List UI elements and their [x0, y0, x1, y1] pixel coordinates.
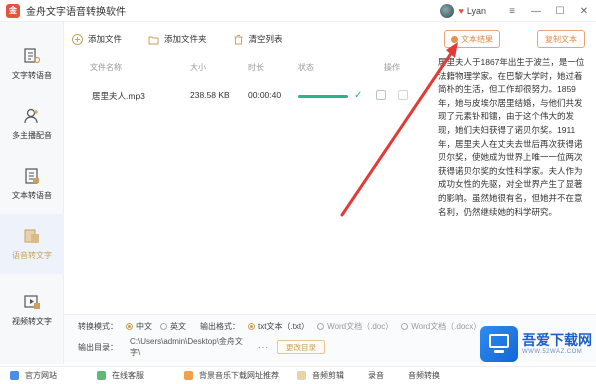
radio-chinese[interactable] — [126, 322, 133, 330]
radio-txt[interactable] — [248, 322, 255, 330]
sidebar-item-multi-anchor[interactable]: 多主播配音 — [0, 94, 64, 154]
chat-icon — [97, 371, 106, 380]
header-status: 状态 — [298, 63, 314, 72]
file-name: 居里夫人.mp3 — [92, 91, 145, 101]
settings-row-output: 输出目录： C:\Users\admin\Desktop\金舟文字\ ··· 更… — [78, 337, 325, 357]
app-title: 金舟文字语音转换软件 — [26, 7, 126, 18]
radio-doc[interactable] — [317, 322, 325, 330]
folder-icon[interactable] — [398, 90, 408, 100]
mode-english-label: 英文 — [170, 321, 186, 331]
header-file-name: 文件名称 — [90, 63, 122, 72]
online-service-link[interactable]: 在线客服 — [97, 370, 144, 381]
minimize-button[interactable]: — — [524, 0, 548, 22]
audio-edit-link[interactable]: 音频剪辑 — [297, 370, 344, 381]
add-folder-button[interactable]: 添加文件夹 — [148, 33, 207, 45]
format-txt-label: txt文本（.txt） — [258, 321, 310, 331]
file-size: 238.58 KB — [190, 90, 230, 100]
refresh-icon[interactable] — [376, 90, 386, 100]
header-actions: 操作 — [384, 63, 400, 72]
add-folder-icon — [148, 36, 159, 44]
add-folder-label: 添加文件夹 — [164, 34, 207, 44]
more-button[interactable]: ··· — [258, 343, 269, 352]
watermark-title: 吾爱下载网 — [522, 333, 592, 349]
online-service-label: 在线客服 — [112, 371, 144, 380]
audio-edit-label: 音频剪辑 — [312, 371, 344, 380]
text-to-speech-icon — [24, 48, 41, 64]
bg-music-link[interactable]: 背景音乐下载网址推荐 — [184, 370, 279, 381]
sidebar-item-speech-to-text[interactable]: 语音转文字 — [0, 214, 64, 274]
speech-to-text-icon — [24, 229, 39, 243]
official-site-label: 官方网站 — [25, 371, 57, 380]
header-size: 大小 — [190, 63, 206, 72]
sidebar-item-video-to-text[interactable]: 视频转文字 — [0, 280, 64, 340]
username[interactable]: Lyan — [467, 6, 486, 16]
add-file-label: 添加文件 — [88, 34, 123, 44]
recording-link[interactable]: 录音 — [368, 370, 384, 381]
sidebar-item-label: 视频转文字 — [12, 317, 52, 326]
video-to-text-icon — [24, 295, 40, 309]
text-result-label: 文本结果 — [461, 34, 493, 44]
clear-list-button[interactable]: 清空列表 — [233, 33, 283, 45]
toolbar: 添加文件 添加文件夹 清空列表 — [72, 28, 309, 50]
maximize-button[interactable]: ☐ — [548, 0, 572, 22]
header-duration: 时长 — [248, 63, 264, 72]
official-site-link[interactable]: 官方网站 — [10, 370, 57, 381]
home-icon — [10, 371, 19, 380]
result-text[interactable]: 居里夫人于1867年出生于波兰，是一位法籍物理学家。在巴黎大学时，她过着简朴的生… — [432, 56, 592, 308]
sidebar-item-label: 文字转语音 — [12, 71, 52, 80]
watermark-subtitle: WWW.52WAZ.COM — [522, 349, 583, 355]
table-header: 文件名称 大小 时长 状态 操作 — [72, 60, 432, 74]
text-file-icon — [25, 168, 39, 184]
audio-convert-label: 音频转换 — [408, 371, 440, 380]
trash-icon — [234, 34, 243, 44]
add-file-icon — [72, 33, 83, 45]
bg-music-label: 背景音乐下载网址推荐 — [199, 371, 279, 380]
menu-button[interactable]: ≡ — [500, 0, 524, 22]
copy-text-button[interactable]: 复制文本 — [537, 30, 585, 48]
avatar[interactable] — [440, 4, 455, 18]
table-row[interactable]: 居里夫人.mp3 238.58 KB 00:00:40 ✓ — [72, 86, 432, 106]
output-dir-label: 输出目录： — [78, 342, 118, 352]
mode-chinese-label: 中文 — [136, 321, 152, 331]
change-dir-button[interactable]: 更改目录 — [277, 340, 325, 354]
music-icon — [184, 371, 193, 380]
close-button[interactable]: ✕ — [572, 0, 596, 22]
sidebar-item-text-to-speech[interactable]: 文字转语音 — [0, 34, 64, 94]
vip-heart-icon: ♥ — [458, 6, 464, 16]
check-icon: ✓ — [354, 90, 363, 101]
scissors-icon — [297, 371, 306, 380]
watermark-logo-icon — [480, 326, 518, 362]
convert-mode-label: 转换模式： — [78, 321, 118, 331]
clear-list-label: 清空列表 — [248, 34, 283, 44]
sidebar-item-label: 语音转文字 — [12, 251, 52, 260]
text-result-icon — [451, 35, 458, 43]
radio-docx[interactable] — [401, 322, 409, 330]
title-bar-right: ♥ Lyan ≡ — ☐ ✕ — [440, 0, 596, 22]
add-file-button[interactable]: 添加文件 — [72, 33, 122, 45]
text-result-button[interactable]: 文本结果 — [444, 30, 500, 48]
output-format-label: 输出格式： — [200, 321, 240, 331]
format-doc-label: Word文档（.doc） — [327, 321, 394, 331]
progress-bar — [298, 95, 348, 98]
sidebar-item-label: 文本转语音 — [12, 191, 52, 200]
file-duration: 00:00:40 — [248, 90, 282, 100]
settings-row-mode: 转换模式： 中文 英文 输出格式： txt文本（.txt） Word文档（.do… — [78, 320, 481, 332]
title-bar: 金 金舟文字语音转换软件 ♥ Lyan ≡ — ☐ ✕ — [0, 0, 596, 22]
sidebar: 文字转语音 多主播配音 文本转语音 语音转文字 视频转文字 — [0, 22, 64, 364]
multi-anchor-icon — [24, 108, 38, 124]
format-docx-label: Word文档（.docx） — [411, 321, 482, 331]
radio-english[interactable] — [160, 322, 167, 330]
recording-label: 录音 — [368, 371, 384, 380]
audio-convert-link[interactable]: 音频转换 — [408, 370, 440, 381]
status-bar: 官方网站 在线客服 背景音乐下载网址推荐 音频剪辑 录音 音频转换 — [0, 366, 596, 384]
output-path-field[interactable]: C:\Users\admin\Desktop\金舟文字\ — [130, 336, 250, 358]
sidebar-item-label: 多主播配音 — [12, 131, 52, 140]
sidebar-item-text-file[interactable]: 文本转语音 — [0, 154, 64, 214]
app-logo: 金 — [6, 3, 20, 18]
